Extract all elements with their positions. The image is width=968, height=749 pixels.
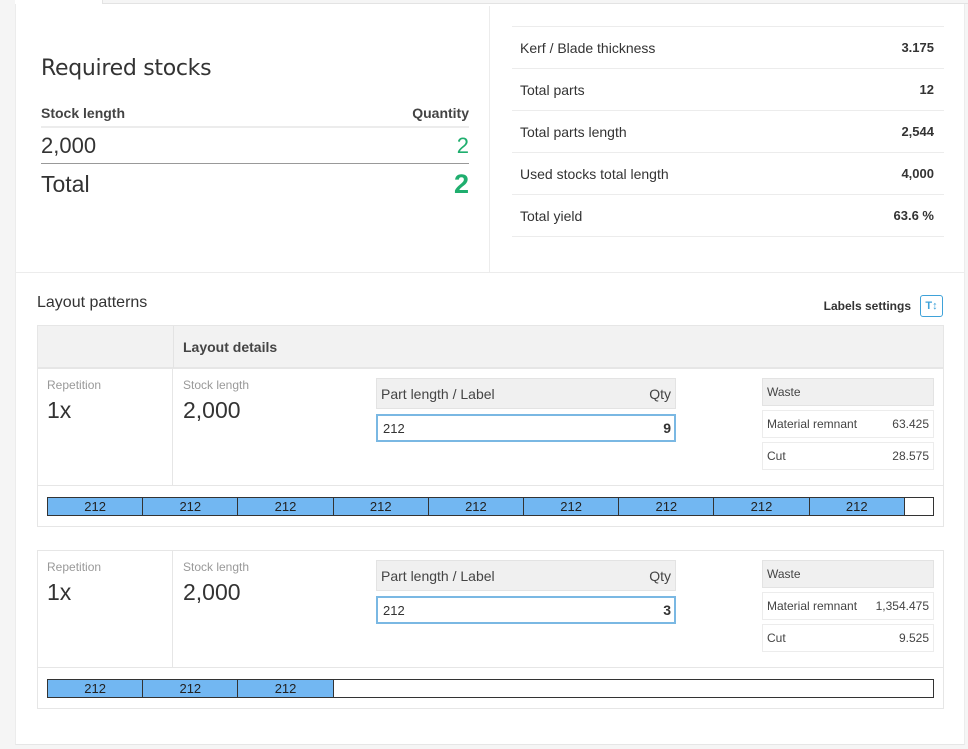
cut-row: Cut 28.575 bbox=[762, 442, 934, 470]
part-qty-value: 3 bbox=[663, 602, 671, 618]
required-stocks-header: Stock length Quantity bbox=[41, 100, 469, 128]
cutting-layout-bar: 212 212 212 212 212 212 212 212 212 bbox=[47, 497, 934, 516]
part-segment: 212 bbox=[809, 498, 905, 515]
parts-table: Part length / Label Qty 212 9 bbox=[376, 378, 676, 442]
part-row[interactable]: 212 9 bbox=[376, 414, 676, 442]
layout-pattern: Repetition 1x Stock length 2,000 Part le… bbox=[37, 550, 944, 709]
summary-row-total-parts: Total parts 12 bbox=[512, 69, 944, 111]
material-remnant-label: Material remnant bbox=[767, 599, 858, 613]
part-segment: 212 bbox=[714, 498, 810, 515]
parts-header: Part length / Label Qty bbox=[376, 378, 676, 409]
part-segment: 212 bbox=[524, 498, 620, 515]
summary-value: 2,544 bbox=[901, 124, 934, 139]
summary-row-yield: Total yield 63.6 % bbox=[512, 195, 944, 237]
waste-header: Waste bbox=[762, 378, 934, 406]
summary-label: Used stocks total length bbox=[520, 165, 669, 182]
stock-length-label: Stock length bbox=[183, 378, 250, 392]
cut-row: Cut 9.525 bbox=[762, 624, 934, 652]
material-remnant-row: Material remnant 1,354.475 bbox=[762, 592, 934, 620]
stock-length-label: Stock length bbox=[183, 560, 250, 574]
col-quantity: Quantity bbox=[412, 105, 469, 121]
summary-label: Total parts length bbox=[520, 123, 627, 140]
repetition-label: Repetition bbox=[47, 378, 102, 392]
stock-length-value: 2,000 bbox=[183, 397, 241, 423]
part-segment: 212 bbox=[143, 498, 239, 515]
summary-label: Total yield bbox=[520, 207, 583, 224]
material-remnant-value: 63.425 bbox=[892, 417, 929, 431]
required-stocks-total: Total 2 bbox=[41, 164, 469, 204]
summary-value: 12 bbox=[919, 82, 934, 97]
parts-table: Part length / Label Qty 212 3 bbox=[376, 560, 676, 624]
total-value: 2 bbox=[453, 168, 469, 199]
summary-value: 3.175 bbox=[901, 40, 934, 55]
part-segment: 212 bbox=[428, 498, 525, 515]
part-segment: 212 bbox=[619, 498, 715, 515]
stock-length-value: 2,000 bbox=[183, 579, 241, 605]
divider bbox=[489, 6, 490, 272]
repetition-value: 1x bbox=[47, 397, 72, 423]
part-segment: 212 bbox=[143, 680, 239, 697]
part-segment: 212 bbox=[48, 498, 144, 515]
repetition-cell: Repetition 1x bbox=[38, 551, 173, 667]
qty-header: Qty bbox=[649, 385, 671, 402]
cut-value: 28.575 bbox=[892, 449, 929, 463]
summary-value: 63.6 % bbox=[893, 208, 934, 223]
summary-row-parts-length: Total parts length 2,544 bbox=[512, 111, 944, 153]
total-label: Total bbox=[41, 170, 90, 197]
divider bbox=[173, 326, 174, 369]
col-stock-length: Stock length bbox=[41, 105, 126, 121]
required-stocks-row: 2,000 2 bbox=[41, 128, 469, 164]
summary-value: 4,000 bbox=[901, 166, 934, 181]
required-stocks-table: Stock length Quantity 2,000 2 Total 2 bbox=[41, 100, 469, 204]
layout-details-header: Layout details bbox=[183, 339, 278, 355]
part-segment: 212 bbox=[48, 680, 144, 697]
summary-label: Total parts bbox=[520, 81, 585, 98]
part-length-value: 212 bbox=[383, 602, 405, 618]
repetition-cell: Repetition 1x bbox=[38, 369, 173, 485]
part-length-header: Part length / Label bbox=[381, 385, 495, 402]
layout-patterns-header: Layout details bbox=[37, 325, 944, 369]
part-row[interactable]: 212 3 bbox=[376, 596, 676, 624]
part-qty-value: 9 bbox=[663, 420, 671, 436]
cut-label: Cut bbox=[767, 449, 786, 463]
waste-table: Waste Material remnant 1,354.475 Cut 9.5… bbox=[762, 560, 934, 652]
summary-row-used-stocks: Used stocks total length 4,000 bbox=[512, 153, 944, 195]
part-length-header: Part length / Label bbox=[381, 567, 495, 584]
summary-table: Kerf / Blade thickness 3.175 Total parts… bbox=[512, 26, 944, 237]
cutting-layout-bar: 212 212 212 bbox=[47, 679, 934, 698]
part-segment: 212 bbox=[333, 498, 429, 515]
waste-table: Waste Material remnant 63.425 Cut 28.575 bbox=[762, 378, 934, 470]
stock-quantity-value: 2 bbox=[456, 132, 469, 158]
text-height-icon[interactable]: T↕ bbox=[920, 295, 943, 317]
layout-patterns-title: Layout patterns bbox=[37, 294, 148, 311]
parts-header: Part length / Label Qty bbox=[376, 560, 676, 591]
part-length-value: 212 bbox=[383, 420, 405, 436]
stock-length-value: 2,000 bbox=[41, 132, 97, 158]
qty-header: Qty bbox=[649, 567, 671, 584]
divider bbox=[38, 667, 943, 668]
results-card: Required stocks Stock length Quantity 2,… bbox=[15, 4, 965, 745]
part-segment: 212 bbox=[238, 498, 334, 515]
part-segment: 212 bbox=[238, 680, 334, 697]
repetition-value: 1x bbox=[47, 579, 72, 605]
waste-header: Waste bbox=[762, 560, 934, 588]
summary-row-kerf: Kerf / Blade thickness 3.175 bbox=[512, 27, 944, 69]
divider bbox=[16, 272, 964, 273]
material-remnant-label: Material remnant bbox=[767, 417, 858, 431]
material-remnant-value: 1,354.475 bbox=[875, 599, 929, 613]
cut-label: Cut bbox=[767, 631, 786, 645]
required-stocks-title: Required stocks bbox=[41, 56, 212, 81]
material-remnant-row: Material remnant 63.425 bbox=[762, 410, 934, 438]
divider bbox=[38, 485, 943, 486]
summary-label: Kerf / Blade thickness bbox=[520, 39, 656, 56]
repetition-label: Repetition bbox=[47, 560, 102, 574]
labels-settings-label[interactable]: Labels settings bbox=[824, 299, 911, 313]
layout-pattern: Repetition 1x Stock length 2,000 Part le… bbox=[37, 368, 944, 527]
cut-value: 9.525 bbox=[898, 631, 929, 645]
